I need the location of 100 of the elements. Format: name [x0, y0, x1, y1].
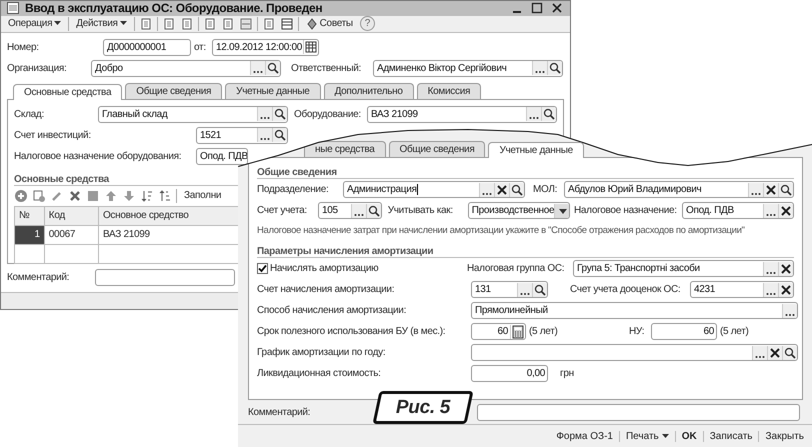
calculator-button[interactable] [510, 324, 525, 338]
more-button[interactable] [763, 282, 778, 296]
more-button[interactable] [752, 346, 767, 360]
tips-button[interactable]: Советы [302, 18, 356, 30]
print-menu-button[interactable]: Печать [618, 430, 675, 442]
calendar-button[interactable] [303, 40, 318, 54]
delete-icon[interactable] [68, 188, 82, 203]
input-field[interactable]: 105 [318, 202, 382, 219]
input-field[interactable]: Опод. ПДВ [196, 148, 248, 165]
search-button[interactable] [272, 128, 287, 142]
more-button[interactable] [526, 107, 541, 122]
clear-button[interactable] [494, 182, 509, 196]
tab[interactable]: Комиссия [416, 82, 482, 99]
input-field[interactable]: 60 [651, 323, 717, 340]
tab[interactable]: Общие сведения [388, 141, 486, 157]
window-icon [7, 2, 19, 14]
clear-button[interactable] [778, 282, 793, 296]
footer-button[interactable]: Записать [702, 430, 758, 442]
field-label: Налоговая группа ОС: [467, 263, 566, 274]
caret-icon [54, 21, 62, 26]
more-button[interactable] [532, 61, 547, 76]
input-field[interactable] [477, 404, 800, 421]
column-header: Код [44, 206, 98, 226]
input-field[interactable]: Прямолинейный [471, 302, 798, 319]
search-button[interactable] [366, 204, 381, 218]
more-button[interactable] [479, 182, 494, 196]
input-field[interactable]: 1521 [196, 126, 288, 144]
tab[interactable]: Учетные данные [225, 82, 321, 99]
more-button[interactable] [351, 204, 366, 218]
field-label: Ответственный: [291, 62, 362, 74]
input-field[interactable]: Добро [91, 60, 281, 77]
sort-descending-icon[interactable] [158, 188, 172, 203]
footer-button[interactable]: Закрыть [758, 430, 810, 442]
document-icon[interactable] [262, 16, 276, 31]
menu-button[interactable]: Действия [73, 18, 130, 30]
input-field[interactable]: 4231 [690, 281, 794, 298]
more-button[interactable] [782, 304, 797, 318]
search-button[interactable] [547, 61, 562, 76]
input-field[interactable]: Админенко Віктор Сергійович [373, 60, 563, 77]
fill-button[interactable]: Заполни [181, 190, 224, 202]
help-button[interactable]: ? [360, 16, 375, 32]
input-field[interactable]: 60 [471, 323, 526, 340]
more-button[interactable] [250, 61, 265, 76]
caret-icon [662, 434, 669, 439]
clear-button[interactable] [767, 346, 782, 360]
input-field[interactable]: Администрация [343, 181, 525, 198]
input-field[interactable]: 0,00 [471, 365, 548, 382]
clear-button[interactable] [763, 182, 778, 196]
input-field[interactable]: Група 5: Транспортні засоби [573, 260, 794, 277]
search-button[interactable] [778, 182, 793, 196]
input-field[interactable]: Д0000000001 [103, 38, 191, 56]
list-icon[interactable] [280, 16, 294, 31]
field-label: Учитывать как: [388, 205, 454, 216]
down-arrow-icon[interactable] [122, 188, 136, 203]
copy-icon[interactable] [32, 188, 46, 203]
search-button[interactable] [509, 182, 524, 196]
more-button[interactable] [257, 128, 272, 142]
more-button[interactable] [748, 182, 763, 196]
maximize-icon[interactable] [530, 1, 544, 16]
save-icon[interactable] [86, 188, 100, 203]
input-field[interactable]: 12.09.2012 12:00:00 [212, 38, 319, 56]
input-field[interactable] [95, 268, 235, 286]
search-button[interactable] [782, 346, 797, 360]
footer-button[interactable]: Форма ОЗ-1 [550, 430, 619, 442]
clear-button[interactable] [778, 204, 793, 218]
input-field[interactable]: Производственное [468, 202, 570, 219]
tab[interactable]: Дополнительно [324, 82, 414, 99]
tab[interactable]: ные средства [304, 141, 386, 157]
sort-ascending-icon[interactable] [140, 188, 154, 203]
clear-button[interactable] [778, 262, 793, 276]
more-button[interactable] [517, 282, 532, 296]
document-icon[interactable] [180, 16, 194, 31]
input-field[interactable]: Опод. ПДВ [682, 202, 794, 219]
dropdown-button[interactable] [554, 204, 569, 218]
search-button[interactable] [532, 282, 547, 296]
document-icon[interactable] [138, 16, 153, 31]
tab[interactable]: Основные средства [13, 84, 122, 100]
close-icon[interactable] [550, 1, 564, 16]
checkbox[interactable] [257, 263, 268, 274]
footer-button[interactable]: OK [674, 430, 703, 442]
search-button[interactable] [272, 107, 287, 122]
add-icon[interactable] [14, 188, 28, 203]
document-icon[interactable] [202, 16, 217, 31]
input-field[interactable]: 131 [471, 281, 548, 298]
more-button[interactable] [763, 204, 778, 218]
more-button[interactable] [257, 107, 272, 122]
tab[interactable]: Учетные данные [488, 142, 584, 158]
document-icon[interactable] [162, 16, 176, 31]
input-field[interactable]: ВАЗ 21099 [367, 106, 557, 123]
search-button[interactable] [265, 61, 280, 76]
field-label: Счет учета дооценок ОС: [570, 284, 682, 295]
input-field[interactable]: Главный склад [98, 106, 288, 123]
menu-button[interactable]: Операция [5, 18, 64, 30]
document-icon[interactable] [220, 16, 235, 31]
search-button[interactable] [541, 107, 556, 122]
input-field[interactable]: Абдулов Юрий Владимирович [564, 181, 794, 198]
tab[interactable]: Общие сведения [125, 82, 222, 99]
input-field[interactable] [471, 344, 798, 361]
more-button[interactable] [763, 262, 778, 276]
up-arrow-icon[interactable] [104, 188, 118, 203]
